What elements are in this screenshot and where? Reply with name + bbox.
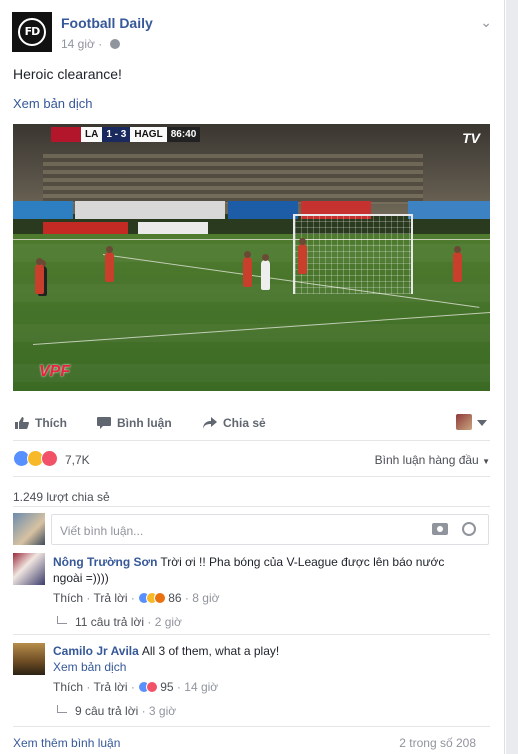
post-card: FD Football Daily 14 giờ · ⌄ Heroic clea…: [0, 0, 505, 754]
page-logo: FD: [18, 18, 46, 46]
comment-placeholder: Viết bình luận...: [60, 524, 144, 538]
comment-body: Nông Trường Sơn Trời ơi !! Pha bóng của V…: [53, 554, 473, 586]
globe-icon: [109, 39, 120, 49]
comment-reply-link[interactable]: Trả lời: [93, 680, 127, 694]
player: [298, 238, 307, 274]
comment-meta: Thích · Trả lời · 86 · 8 giờ: [53, 591, 220, 605]
comment-reply-link[interactable]: Trả lời: [93, 591, 127, 605]
commenter-name[interactable]: Camilo Jr Avila: [53, 644, 139, 658]
view-more-comments-link[interactable]: Xem thêm bình luận: [13, 736, 120, 750]
commenter-avatar[interactable]: [13, 553, 45, 585]
commenter-name[interactable]: Nông Trường Sơn: [53, 555, 157, 569]
post-timestamp[interactable]: 14 giờ: [61, 37, 95, 51]
away-team: HAGL: [130, 127, 167, 142]
share-button[interactable]: Chia sẻ: [203, 416, 266, 430]
comment-reaction-count[interactable]: 86: [168, 591, 181, 605]
reaction-audience-selector[interactable]: [456, 414, 490, 432]
comment-timestamp[interactable]: 8 giờ: [192, 591, 219, 605]
player: [243, 251, 252, 287]
comment-button[interactable]: Bình luận: [97, 416, 172, 430]
comment-reaction-count[interactable]: 95: [160, 680, 173, 694]
vpf-watermark: VPF: [39, 363, 71, 380]
emoji-icon[interactable]: [462, 522, 476, 536]
post-meta: 14 giờ ·: [61, 37, 120, 51]
love-reaction-icon: [146, 681, 159, 693]
page-background-strip: [506, 0, 518, 754]
divider: [13, 506, 490, 507]
page-avatar[interactable]: FD: [12, 12, 52, 52]
comment-timestamp[interactable]: 14 giờ: [184, 680, 218, 694]
player: [453, 246, 462, 282]
divider: [13, 476, 490, 477]
angry-reaction-icon: [154, 592, 167, 604]
share-count[interactable]: 1.249 lượt chia sẻ: [13, 490, 110, 504]
comment-icon: [97, 417, 111, 429]
pitch: [13, 234, 490, 391]
current-user-avatar: [13, 513, 45, 545]
reply-arrow-icon: [57, 705, 67, 713]
commenter-avatar[interactable]: [13, 643, 45, 675]
view-replies-link[interactable]: 9 câu trả lời · 3 giờ: [57, 704, 176, 718]
like-button[interactable]: Thích: [15, 416, 67, 430]
comment-like-link[interactable]: Thích: [53, 591, 83, 605]
goal-net: [293, 214, 413, 294]
divider: [13, 726, 490, 727]
see-translation-link[interactable]: Xem bản dịch: [13, 96, 93, 111]
divider: [13, 634, 490, 635]
comment-like-link[interactable]: Thích: [53, 680, 83, 694]
player: [261, 254, 270, 290]
user-thumbnail: [456, 414, 472, 430]
ad-board: [408, 201, 490, 219]
view-replies-link[interactable]: 11 câu trả lời · 2 giờ: [57, 615, 182, 629]
player: [35, 258, 44, 294]
chevron-down-icon[interactable]: ⌄: [480, 14, 492, 31]
comment-sort-dropdown[interactable]: Bình luận hàng đầu ▼: [375, 453, 490, 467]
post-header: FD Football Daily 14 giờ · ⌄: [12, 12, 492, 56]
camera-icon[interactable]: [432, 523, 448, 535]
match-clock: 86:40: [166, 127, 201, 142]
reaction-count[interactable]: 7,7K: [65, 453, 90, 467]
comment-meta: Thích · Trả lời · 95 · 14 giờ: [53, 680, 219, 694]
page-name-link[interactable]: Football Daily: [61, 15, 153, 31]
scoreboard-logo: [51, 127, 81, 142]
score: 1 - 3: [102, 127, 131, 142]
ad-board: [13, 201, 73, 219]
ad-board: [75, 201, 225, 219]
love-reaction-icon: [41, 450, 58, 467]
scoreboard: LA 1 - 3 HAGL 86:40: [51, 127, 201, 142]
reactions-summary[interactable]: 7,7K Bình luận hàng đầu ▼: [13, 450, 490, 470]
reply-arrow-icon: [57, 616, 67, 624]
comment-translate-link[interactable]: Xem bản dịch: [53, 659, 126, 675]
thumbs-up-icon: [15, 417, 29, 429]
comment-pagination-count: 2 trong số 208: [399, 736, 476, 750]
comment-body: Camilo Jr Avila All 3 of them, what a pla…: [53, 643, 473, 659]
video-player[interactable]: LA 1 - 3 HAGL 86:40 TV VPF: [13, 124, 490, 391]
caret-down-icon: [477, 420, 487, 426]
comment-text: All 3 of them, what a play!: [141, 644, 280, 658]
post-actions: Thích Bình luận Chia sẻ: [13, 405, 490, 441]
post-text: Heroic clearance!: [13, 66, 122, 82]
channel-logo: TV: [462, 130, 480, 146]
ad-board: [228, 201, 298, 219]
comment-input[interactable]: Viết bình luận...: [51, 514, 489, 545]
home-team: LA: [81, 127, 103, 142]
share-arrow-icon: [203, 417, 217, 429]
player: [105, 246, 114, 282]
